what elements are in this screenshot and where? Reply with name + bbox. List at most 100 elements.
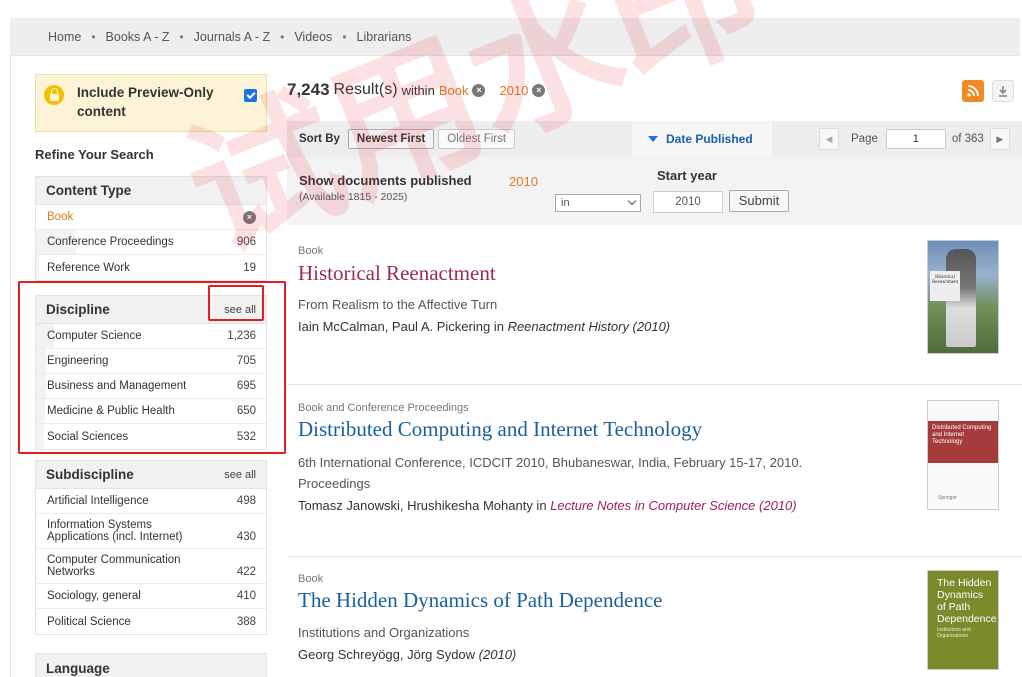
- page-total: of 363: [951, 133, 984, 145]
- facet-item-count: 422: [236, 566, 256, 578]
- result-subtitle: 6th International Conference, ICDCIT 201…: [298, 455, 803, 470]
- remove-filter-icon[interactable]: ×: [532, 83, 546, 97]
- filter-tag-book: Book: [438, 82, 469, 98]
- facet-item-artificial-intelligence[interactable]: Artificial Intelligence 498: [36, 489, 266, 514]
- cover-subtitle: Institutions and Organizations: [937, 627, 971, 639]
- facet-title: Language: [46, 660, 110, 676]
- date-filter-available: (Available 1815 - 2025): [299, 191, 408, 203]
- facet-item-count: 906: [236, 236, 256, 248]
- facet-title: Subdiscipline: [46, 467, 134, 482]
- sidebar: Include Preview-Only content Refine Your…: [35, 74, 267, 677]
- facet-item-computer-communication-networks[interactable]: Computer Communication Networks 422: [36, 549, 266, 584]
- next-page-icon[interactable]: ▶: [989, 128, 1010, 150]
- date-mode-value: in: [561, 197, 570, 209]
- results-summary: 7,243 Result(s) within Book × 2010 ×: [287, 80, 546, 100]
- facet-item-label: Sociology, general: [47, 590, 141, 602]
- rss-icon[interactable]: [962, 80, 984, 102]
- facet-item-label: Book: [47, 211, 74, 223]
- preview-only-option[interactable]: Include Preview-Only content: [35, 74, 267, 132]
- preview-only-label: Include Preview-Only content: [77, 85, 214, 119]
- remove-filter-icon[interactable]: ×: [243, 210, 256, 224]
- result-type: Book: [298, 245, 324, 257]
- facet-active-book[interactable]: Book ×: [36, 205, 266, 230]
- book-cover-image[interactable]: The Hidden Dynamics of Path Dependence I…: [927, 570, 999, 670]
- facet-item-conference-proceedings[interactable]: Conference Proceedings 906: [36, 230, 266, 255]
- nav-separator: •: [280, 29, 285, 44]
- result-type: Book and Conference Proceedings: [298, 402, 469, 414]
- result-item: Book The Hidden Dynamics of Path Depende…: [287, 557, 1022, 677]
- sort-bar: Sort By Newest First Oldest First Date P…: [287, 121, 1022, 157]
- chevron-down-icon: [627, 196, 637, 206]
- within-label: within: [401, 82, 435, 98]
- start-year-input[interactable]: 2010: [653, 191, 723, 213]
- highlight-see-all-box: [208, 285, 264, 321]
- submit-button[interactable]: Submit: [729, 190, 789, 212]
- nav-journals-a-z[interactable]: Journals A - Z: [194, 30, 270, 44]
- result-author-names: Georg Schreyögg, Jörg Sydow: [298, 647, 476, 662]
- results-count: 7,243: [287, 80, 330, 99]
- page-input[interactable]: 1: [885, 129, 946, 149]
- book-cover-image[interactable]: Historical Reenactment: [927, 240, 999, 354]
- nav-separator: •: [91, 29, 96, 44]
- result-publication: (2010): [478, 647, 517, 662]
- facet-item-count: 388: [236, 615, 256, 628]
- cover-title: Distributed Computing and Internet Techn…: [928, 421, 998, 463]
- cover-title: Historical Reenactment: [930, 271, 960, 301]
- refine-search-title: Refine Your Search: [35, 147, 154, 162]
- facet-item-label: Artificial Intelligence: [47, 495, 149, 507]
- facet-item-label: Computer Communication Networks: [47, 554, 181, 578]
- see-all-link[interactable]: see all: [224, 469, 256, 481]
- triangle-down-icon: [648, 136, 658, 142]
- facet-header: Language: [36, 654, 266, 677]
- result-authors: Iain McCalman, Paul A. Pickering in Reen…: [298, 319, 670, 334]
- nav-bar: Home • Books A - Z • Journals A - Z • Vi…: [10, 18, 1020, 56]
- filter-tag-2010: 2010: [499, 82, 529, 98]
- download-icon[interactable]: [992, 80, 1014, 102]
- sort-oldest-button[interactable]: Oldest First: [438, 129, 516, 149]
- remove-filter-icon[interactable]: ×: [472, 83, 486, 97]
- result-title-link[interactable]: Distributed Computing and Internet Techn…: [298, 417, 702, 442]
- cover-brand: Springer: [938, 495, 957, 501]
- date-mode-select[interactable]: in: [555, 194, 641, 212]
- facet-item-label: Information Systems Applications (incl. …: [47, 519, 183, 543]
- result-title-link[interactable]: The Hidden Dynamics of Path Dependence: [298, 588, 662, 613]
- sort-newest-button[interactable]: Newest First: [347, 129, 435, 149]
- result-authors: Georg Schreyögg, Jörg Sydow (2010): [298, 647, 516, 662]
- date-filter-year-tag: 2010: [509, 174, 538, 189]
- nav-books-a-z[interactable]: Books A - Z: [106, 30, 170, 44]
- date-published-label: Date Published: [666, 132, 753, 146]
- facet-item-information-systems[interactable]: Information Systems Applications (incl. …: [36, 514, 266, 549]
- result-title-link[interactable]: Historical Reenactment: [298, 261, 496, 286]
- start-year-label: Start year: [657, 168, 717, 183]
- facet-item-sociology-general[interactable]: Sociology, general 410: [36, 584, 266, 609]
- cover-title: The Hidden Dynamics of Path Dependence: [937, 577, 997, 625]
- page-label: Page: [851, 133, 878, 145]
- facet-item-count: 430: [236, 531, 256, 543]
- facet-title: Content Type: [46, 183, 132, 198]
- book-cover-image[interactable]: Distributed Computing and Internet Techn…: [927, 400, 999, 510]
- preview-only-checkbox[interactable]: [244, 89, 257, 102]
- nav-home[interactable]: Home: [48, 30, 81, 44]
- sort-by-label: Sort By: [299, 133, 340, 145]
- result-publication-link[interactable]: Lecture Notes in Computer Science (2010): [550, 498, 796, 513]
- nav-librarians[interactable]: Librarians: [357, 30, 412, 44]
- nav-separator: •: [179, 29, 184, 44]
- date-filter-title: Show documents published: [299, 173, 472, 188]
- result-item: Book and Conference Proceedings Distribu…: [287, 385, 1022, 557]
- facet-item-count: 410: [236, 590, 256, 602]
- result-publication: Reenactment History (2010): [507, 319, 671, 334]
- facet-item-reference-work[interactable]: Reference Work 19: [36, 255, 266, 280]
- facet-language: Language: [35, 653, 267, 677]
- facet-item-label: Political Science: [47, 615, 131, 628]
- result-subtitle: From Realism to the Affective Turn: [298, 297, 498, 312]
- facet-item-political-science[interactable]: Political Science 388: [36, 609, 266, 634]
- date-filter-panel: Show documents published (Available 1815…: [287, 157, 1022, 225]
- prev-page-icon[interactable]: ◀: [819, 128, 839, 150]
- nav-videos[interactable]: Videos: [294, 30, 332, 44]
- result-author-names: Tomasz Janowski, Hrushikesha Mohanty in: [298, 498, 547, 513]
- date-published-tab[interactable]: Date Published: [632, 121, 772, 157]
- result-type: Book: [298, 573, 324, 585]
- page-left-border: [10, 56, 11, 677]
- facet-item-count: 19: [243, 261, 256, 274]
- facet-header: Subdiscipline see all: [36, 461, 266, 489]
